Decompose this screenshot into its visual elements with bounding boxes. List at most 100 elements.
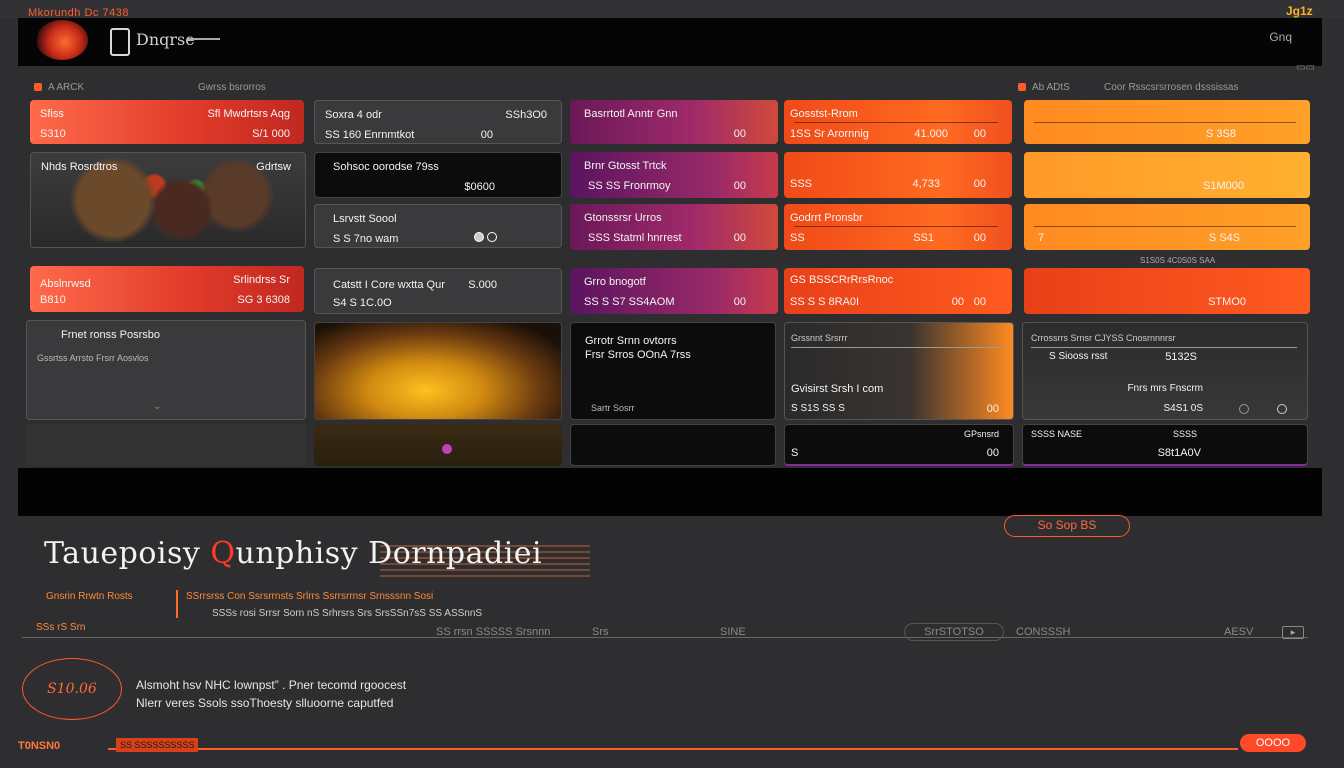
card-c4-r3[interactable]: Godrrt Pronsbr SS SS1 00 — [784, 204, 1012, 250]
card-c1-r2-image[interactable]: Nhds Rosrdtros Gdrtsw — [30, 152, 306, 248]
card-c1-r1[interactable]: Sfiss S310 Sfl Mwdrtsrs Aqg S/1 000 — [30, 100, 304, 144]
brand-logo-icon[interactable] — [36, 20, 88, 60]
column-subheader-4: Coor Rsscsrsrrosen dsssissas — [1104, 82, 1239, 93]
card-title: Grrotr Srnn ovtorrs — [585, 335, 677, 347]
card-c1-r3[interactable]: Abslnrwsd B810 Srlindrss Sr SG 3 6308 — [30, 266, 304, 312]
hero-meta-2: SSSs rosi Srrsr Sorn nS Srhrsrs Srs SrsS… — [212, 608, 483, 619]
radio-icon[interactable] — [1239, 403, 1249, 415]
card-amount: $0600 — [464, 181, 495, 193]
card-c5-r3[interactable]: 7 S S4S — [1024, 204, 1310, 250]
column-marker-icon — [1018, 83, 1026, 92]
card-toggle: 00 — [733, 296, 746, 308]
column-subheader-1: Gwrss bsrorros — [198, 82, 266, 93]
timeline-label: AESV — [1224, 626, 1254, 638]
card-c1-r5 — [26, 424, 306, 466]
card-c1-r4[interactable]: Frnet ronss Posrsbo Gssrtss Arrsto Frsrr… — [26, 320, 306, 420]
footer-tag: SS SSSSSSSSSS — [116, 738, 198, 752]
page-title: Tauepoisy Qunphisy Dornpadiei — [44, 536, 543, 571]
card-subtitle: Fnrs mrs Fnscrm — [1127, 383, 1203, 394]
toggle-icon[interactable] — [473, 231, 497, 243]
card-divider — [791, 347, 1003, 348]
card-c5-r5[interactable]: Crrossrrs Srnsr CJYSS Cnosrnnnrsr S Sioo… — [1022, 322, 1308, 420]
card-c2-r1[interactable]: Soxra 4 odr SS 160 Enrnmtkot SSh3O0 00 — [314, 100, 562, 144]
brand-mark-icon — [110, 28, 130, 56]
card-value: 5132S — [1165, 351, 1197, 363]
brand-divider — [188, 38, 220, 40]
timeline-selector[interactable]: SrrSTOTSO — [904, 623, 1004, 641]
card-toggle: 00 — [973, 128, 986, 140]
timeline-label: CONSSSH — [1016, 626, 1071, 638]
card-title: Brnr Gtosst Trtck — [584, 160, 667, 172]
card-label: Abslnrwsd — [40, 278, 91, 290]
card-title: SSSS — [1172, 429, 1197, 439]
timeline-label: Srs — [592, 626, 609, 638]
card-value: S4 S 1C.0O — [333, 297, 392, 309]
card-toggle: 00 — [986, 447, 999, 459]
card-title: Gosstst-Rrom — [790, 108, 858, 120]
card-title: Grro bnogotf — [584, 276, 646, 288]
card-c2-r2[interactable]: Sohsoc oorodse 79ss $0600 — [314, 152, 562, 198]
card-c5-r6[interactable]: SSSS NASE SSSS S8t1A0V — [1022, 424, 1308, 466]
card-amount: S/1 000 — [252, 128, 290, 140]
hero-meta: SSrrsrss Con Ssrsrrnsts Srlrrs Ssrrsrrns… — [186, 591, 434, 602]
card-title: Lsrvstt Soool — [333, 213, 397, 225]
card-c3-r1[interactable]: Basrrtotl Anntr Gnn 00 — [570, 100, 778, 144]
card-title: Gtonssrsr Urros — [584, 212, 662, 224]
card-toggle: 00 — [733, 180, 746, 192]
top-badge[interactable]: Jg1z — [1286, 4, 1313, 18]
card-c5-r1[interactable]: S 3S8 — [1024, 100, 1310, 144]
card-c4-r4[interactable]: GS BSSCRrRrsRnoc SS S S 8RA0I 00 00 — [784, 268, 1012, 314]
footer-progress — [108, 748, 1238, 750]
card-c2-r3[interactable]: Lsrvstt Soool S S 7no wam — [314, 204, 562, 248]
card-label: S — [791, 447, 799, 459]
card-c4-r5[interactable]: Grssnnt Srsrrr Gvisirst Srsh I com S S1S… — [784, 322, 1014, 420]
card-toggle: 00 — [973, 232, 986, 244]
card-value: S S 7no wam — [333, 233, 399, 245]
chevron-down-icon[interactable]: ⌄ — [153, 401, 161, 412]
header-menu[interactable]: Gnq — [1269, 30, 1292, 44]
card-divider — [794, 226, 998, 227]
radio-icon[interactable] — [1277, 403, 1287, 415]
card-c3-r5[interactable]: Grrotr Srnn ovtorrs Frsr Srros OOnA 7rss… — [570, 322, 776, 420]
card-divider — [794, 122, 998, 123]
expand-icon[interactable]: ▸ — [1282, 626, 1304, 639]
card-value: 1SS Sr Arornnig — [790, 128, 869, 140]
card-c5-r2[interactable]: S1M000 — [1024, 152, 1310, 198]
card-value: SS — [790, 232, 805, 244]
card-title: Gdrtsw — [256, 161, 291, 173]
header-sub-icon[interactable]: ▭▭ — [1296, 62, 1315, 73]
card-toggle: 00 — [973, 296, 986, 308]
card-value: SS S S 8RA0I — [790, 296, 860, 308]
top-strip — [0, 0, 1344, 18]
card-c5-r4-caption: S1S0S 4C0S0S SAA — [1140, 256, 1216, 265]
card-title: Basrrtotl Anntr Gnn — [584, 108, 678, 120]
action-button[interactable]: So Sop BS — [1004, 515, 1130, 537]
card-toggle: 00 — [733, 128, 746, 140]
card-toggle: 00 — [986, 403, 999, 415]
card-amount: S8t1A0V — [1157, 447, 1201, 459]
card-c3-r3[interactable]: Gtonssrsr Urros SSS Statml hnrrest 00 — [570, 204, 778, 250]
card-c3-r4[interactable]: Grro bnogotf SS S S7 SS4AOM 00 — [570, 268, 778, 314]
card-c3-r2[interactable]: Brnr Gtosst Trtck SS SS Fronrmoy 00 — [570, 152, 778, 198]
card-header: SSSS NASE — [1031, 429, 1083, 439]
footer-button[interactable]: OOOO — [1240, 734, 1306, 752]
card-amount: S.000 — [468, 279, 497, 291]
card-toggle: 00 — [733, 232, 746, 244]
card-c5-r4[interactable]: STMO0 — [1024, 268, 1310, 314]
card-amount: S S4S — [1208, 232, 1240, 244]
card-c4-r6[interactable]: S GPsnsrd 00 — [784, 424, 1014, 466]
card-header: Grssnnt Srsrrr — [791, 333, 848, 343]
card-c4-r1[interactable]: Gosstst-Rrom 1SS Sr Arornnig 41.000 00 — [784, 100, 1012, 144]
footer-label: T0NSN0 — [18, 740, 61, 752]
card-c2-r5-image[interactable] — [314, 322, 562, 420]
card-title: Sfl Mwdrtsrs Aqg — [207, 108, 290, 120]
card-amount: SSh3O0 — [505, 109, 547, 121]
about-text-line-2: Nlerr veres Ssols ssoThoesty slluoorne c… — [136, 696, 394, 710]
card-c2-r6[interactable] — [314, 424, 562, 466]
card-amount: 4,733 — [912, 178, 940, 190]
card-divider — [1031, 347, 1297, 348]
card-value: S310 — [40, 128, 66, 140]
card-amount: S4S1 0S — [1163, 403, 1203, 414]
card-c4-r2[interactable]: SSS 4,733 00 — [784, 152, 1012, 198]
card-c2-r4[interactable]: Catstt I Core wxtta Qur S4 S 1C.0O S.000 — [314, 268, 562, 314]
